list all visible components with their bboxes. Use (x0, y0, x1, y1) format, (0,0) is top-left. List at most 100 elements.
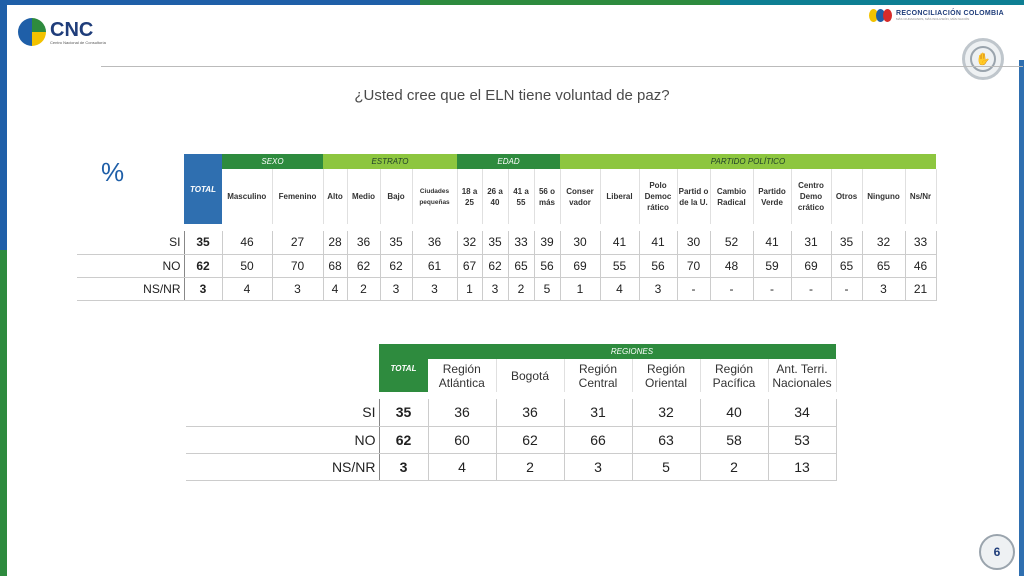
row-total: 35 (184, 231, 223, 255)
table-cell: - (753, 277, 792, 301)
table-cell: 5 (632, 453, 701, 481)
table-cell: 2 (496, 453, 565, 481)
logo-subtitle: Centro Nacional de Consultoría (50, 39, 106, 45)
column-header: Partido Verde (753, 169, 792, 224)
table-cell: 50 (222, 254, 273, 278)
column-header: 56 o más (534, 169, 561, 224)
column-header: Bogotá (496, 359, 565, 392)
header-rule (101, 66, 1023, 67)
table-row: SI 35 36 36 31 32 40 34 (186, 399, 837, 427)
table-cell: 65 (508, 254, 535, 278)
table-cell: 3 (639, 277, 678, 301)
table-cell: 2 (347, 277, 381, 301)
table-cell: 55 (600, 254, 640, 278)
table-cell: 69 (791, 254, 832, 278)
column-header: 26 a 40 (482, 169, 509, 224)
table-cell: 32 (862, 231, 906, 255)
column-header: Ns/Nr (905, 169, 937, 224)
column-header: Otros (831, 169, 863, 224)
table-cell: 62 (496, 426, 565, 454)
row-label: NO (77, 254, 185, 278)
reconciliacion-logo: RECONCILIACIÓN COLOMBIA MÁS CIUDADANOS, … (868, 9, 1004, 22)
row-total: 3 (184, 277, 223, 301)
row-label: NS/NR (186, 453, 380, 481)
group-header-estrato: ESTRATO (323, 154, 457, 169)
table-cell: 4 (323, 277, 348, 301)
group-header-partido: PARTIDO POLÍTICO (560, 154, 936, 169)
table-cell: 36 (428, 399, 497, 427)
logo-name: CNC (50, 18, 94, 41)
right-accent-bar (1019, 60, 1024, 576)
column-header: Conser vador (560, 169, 601, 224)
table-cell: 36 (496, 399, 565, 427)
page-number: 6 (979, 534, 1015, 570)
table-cell: 35 (482, 231, 509, 255)
column-header: Ciudades pequeñas (412, 169, 458, 224)
table-cell: 3 (862, 277, 906, 301)
question-title: ¿Usted cree que el ELN tiene voluntad de… (354, 87, 670, 104)
group-header-regiones: REGIONES (428, 344, 836, 359)
table-cell: 40 (700, 399, 769, 427)
table-cell: 4 (600, 277, 640, 301)
table-cell: 5 (534, 277, 561, 301)
column-header: Región Pacífica (700, 359, 769, 392)
results-table-demographics: TOTAL SEXO ESTRATO EDAD PARTIDO POLÍTICO Masc… (77, 154, 937, 301)
row-label: SI (186, 399, 380, 427)
table-cell: 59 (753, 254, 792, 278)
table-cell: 28 (323, 231, 348, 255)
row-total: 3 (379, 453, 429, 481)
table-cell: 32 (632, 399, 701, 427)
row-total: 35 (379, 399, 429, 427)
table-cell: 69 (560, 254, 601, 278)
table-cell: 61 (412, 254, 458, 278)
table-cell: - (831, 277, 863, 301)
table-cell: 67 (457, 254, 483, 278)
table-cell: 3 (272, 277, 324, 301)
column-header: Cambio Radical (710, 169, 754, 224)
table-cell: 65 (831, 254, 863, 278)
corner-cell (186, 344, 379, 392)
cnc-logo: CNC Centro Nacional de Consultoría (18, 18, 106, 46)
row-total: 62 (184, 254, 223, 278)
table-cell: 4 (222, 277, 273, 301)
column-header: Región Atlántica (428, 359, 497, 392)
column-header: Alto (323, 169, 348, 224)
table-cell: 56 (639, 254, 678, 278)
table-cell: 35 (380, 231, 413, 255)
table-cell: 3 (412, 277, 458, 301)
table-cell: 58 (700, 426, 769, 454)
table-cell: 31 (791, 231, 832, 255)
table-cell: 33 (508, 231, 535, 255)
table-cell: 3 (380, 277, 413, 301)
total-header: TOTAL (184, 154, 222, 224)
table-cell: 60 (428, 426, 497, 454)
brand-name: RECONCILIACIÓN COLOMBIA (895, 10, 1004, 17)
group-header-edad: EDAD (457, 154, 560, 169)
table-cell: 30 (677, 231, 711, 255)
table-cell: 21 (905, 277, 937, 301)
table-cell: - (791, 277, 832, 301)
column-header: Femenino (272, 169, 324, 224)
corner-cell (77, 154, 184, 224)
column-header: 41 a 55 (508, 169, 535, 224)
table-cell: 63 (632, 426, 701, 454)
row-label: NO (186, 426, 380, 454)
flag-dots-icon (868, 9, 892, 22)
table-row: NS/NR 3 4 2 3 5 2 13 (186, 453, 837, 481)
table-cell: - (677, 277, 711, 301)
table-row: NO 62 60 62 66 63 58 53 (186, 426, 837, 454)
column-header: Región Oriental (632, 359, 701, 392)
column-header: Masculino (222, 169, 273, 224)
table-cell: 13 (768, 453, 837, 481)
column-header: Región Central (564, 359, 633, 392)
table-row: NS/NR 3 4 3 4 2 3 3 1 3 2 5 1 4 3- - - - -3 21 (77, 277, 937, 301)
column-header: Ant. Terri. Nacionales (768, 359, 837, 392)
table-cell: 36 (347, 231, 381, 255)
table-cell: 27 (272, 231, 324, 255)
table-row: NO 62 50 70 68 62 62 61 67 62 65 56 69 55 56 70 48 59 69 65… (77, 254, 937, 278)
table-cell: 33 (905, 231, 937, 255)
column-header: Partid o de la U. (677, 169, 711, 224)
total-header: TOTAL (379, 344, 428, 392)
table-cell: 66 (564, 426, 633, 454)
table-cell: 4 (428, 453, 497, 481)
